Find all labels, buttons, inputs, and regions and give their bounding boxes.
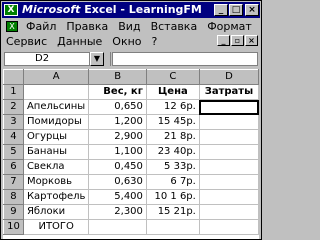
- menu-view[interactable]: Вид: [114, 19, 146, 34]
- excel-window: X Microsoft Excel - LearningFM _ □ × X Ф…: [0, 0, 262, 240]
- cell-price[interactable]: 15 21р.: [146, 204, 200, 220]
- title-brand: Microsoft: [22, 3, 81, 16]
- minimize-button[interactable]: _: [214, 4, 228, 16]
- column-header-row: A B C D: [3, 69, 259, 85]
- cell-weight[interactable]: 0,450: [88, 159, 147, 175]
- menu-data[interactable]: Данные: [53, 34, 108, 49]
- cell-table: A B C D 1 Вес, кг Цена Затраты 2 Апельси…: [3, 69, 259, 235]
- row-header[interactable]: 5: [3, 144, 24, 160]
- menu-insert[interactable]: Вставка: [147, 19, 204, 34]
- title-bar[interactable]: X Microsoft Excel - LearningFM _ □ ×: [2, 2, 260, 18]
- menu-help[interactable]: ?: [148, 34, 164, 49]
- row-header[interactable]: 8: [3, 189, 24, 205]
- cell-price[interactable]: 23 40р.: [146, 144, 200, 160]
- menu-edit[interactable]: Правка: [62, 19, 114, 34]
- cell-cost[interactable]: [199, 174, 259, 190]
- doc-close-button[interactable]: ×: [245, 35, 258, 46]
- doc-minimize-button[interactable]: _: [217, 35, 230, 46]
- cell-weight[interactable]: 0,650: [88, 99, 147, 115]
- cell-product[interactable]: Яблоки: [23, 204, 90, 220]
- cell-weight[interactable]: 1,200: [88, 114, 147, 130]
- header-cell-cost[interactable]: Затраты: [199, 84, 259, 100]
- column-header[interactable]: C: [146, 69, 200, 85]
- cell-weight[interactable]: 1,100: [88, 144, 147, 160]
- menu-row-1: X Файл Правка Вид Вставка Формат: [2, 19, 258, 34]
- maximize-button[interactable]: □: [229, 4, 243, 16]
- cell-price[interactable]: 15 45р.: [146, 114, 200, 130]
- table-row: 8 Картофель 5,400 10 1 6р.: [3, 189, 259, 205]
- active-cell[interactable]: [199, 99, 259, 115]
- cell-price[interactable]: 5 33р.: [146, 159, 200, 175]
- header-cell-price[interactable]: Цена: [146, 84, 200, 100]
- menu-file[interactable]: Файл: [22, 19, 62, 34]
- table-row: 4 Огурцы 2,900 21 8р.: [3, 129, 259, 145]
- row-header[interactable]: 1: [3, 84, 24, 100]
- row-header[interactable]: 2: [3, 99, 24, 115]
- row-header[interactable]: 6: [3, 159, 24, 175]
- table-row: 6 Свекла 0,450 5 33р.: [3, 159, 259, 175]
- table-row: 3 Помидоры 1,200 15 45р.: [3, 114, 259, 130]
- column-header[interactable]: B: [88, 69, 147, 85]
- cell-weight[interactable]: 5,400: [88, 189, 147, 205]
- cell-weight[interactable]: 2,300: [88, 204, 147, 220]
- title-document: Excel - LearningFM: [80, 3, 202, 16]
- cell-price[interactable]: 10 1 6р.: [146, 189, 200, 205]
- name-box[interactable]: D2: [4, 52, 90, 66]
- row-header[interactable]: 3: [3, 114, 24, 130]
- window-title: Microsoft Excel - LearningFM: [22, 3, 202, 17]
- cell-cost[interactable]: [199, 129, 259, 145]
- cell-product[interactable]: Морковь: [23, 174, 90, 190]
- cell-cost[interactable]: [199, 189, 259, 205]
- cell-weight[interactable]: [88, 219, 147, 235]
- cell-cost[interactable]: [199, 159, 259, 175]
- cell-cost[interactable]: [199, 144, 259, 160]
- excel-app-icon[interactable]: X: [4, 4, 18, 16]
- menu-bar: X Файл Правка Вид Вставка Формат Сервис …: [2, 19, 260, 49]
- spreadsheet-grid[interactable]: A B C D 1 Вес, кг Цена Затраты 2 Апельси…: [3, 69, 259, 239]
- cell-price[interactable]: 12 6р.: [146, 99, 200, 115]
- cell-product[interactable]: Апельсины: [23, 99, 90, 115]
- row-header[interactable]: 9: [3, 204, 24, 220]
- formula-bar: D2 ▼: [2, 51, 260, 67]
- cell-product[interactable]: Картофель: [23, 189, 90, 205]
- document-window-controls: _ ▫ ×: [217, 35, 258, 46]
- cell-cost[interactable]: [199, 219, 259, 235]
- cell-product[interactable]: Огурцы: [23, 129, 90, 145]
- formula-separator: [110, 52, 111, 66]
- table-row: 5 Бананы 1,100 23 40р.: [3, 144, 259, 160]
- cell-weight[interactable]: 0,630: [88, 174, 147, 190]
- table-row: 9 Яблоки 2,300 15 21р.: [3, 204, 259, 220]
- table-row: 1 Вес, кг Цена Затраты: [3, 84, 259, 100]
- row-header[interactable]: 4: [3, 129, 24, 145]
- column-header[interactable]: A: [23, 69, 90, 85]
- cell-price[interactable]: 21 8р.: [146, 129, 200, 145]
- select-all-corner[interactable]: [3, 69, 24, 85]
- cell-cost[interactable]: [199, 204, 259, 220]
- header-cell-weight[interactable]: Вес, кг: [88, 84, 147, 100]
- cell-product[interactable]: Помидоры: [23, 114, 90, 130]
- formula-input[interactable]: [112, 52, 258, 66]
- cell-product[interactable]: Бананы: [23, 144, 90, 160]
- close-button[interactable]: ×: [245, 4, 259, 16]
- cell-total-label[interactable]: ИТОГО: [23, 219, 90, 235]
- menu-row-2: Сервис Данные Окно ?: [2, 34, 163, 49]
- table-row: 7 Морковь 0,630 6 7р.: [3, 174, 259, 190]
- column-header[interactable]: D: [199, 69, 259, 85]
- document-icon[interactable]: X: [6, 21, 18, 32]
- cell-weight[interactable]: 2,900: [88, 129, 147, 145]
- table-row: 10 ИТОГО: [3, 219, 259, 235]
- cell-price[interactable]: 6 7р.: [146, 174, 200, 190]
- cell-product[interactable]: Свекла: [23, 159, 90, 175]
- name-box-dropdown-icon[interactable]: ▼: [90, 52, 104, 66]
- menu-window[interactable]: Окно: [108, 34, 147, 49]
- cell-price[interactable]: [146, 219, 200, 235]
- cell[interactable]: [23, 84, 90, 100]
- row-header[interactable]: 10: [3, 219, 24, 235]
- doc-restore-button[interactable]: ▫: [231, 35, 244, 46]
- row-header[interactable]: 7: [3, 174, 24, 190]
- menu-tools[interactable]: Сервис: [2, 34, 53, 49]
- menu-format[interactable]: Формат: [203, 19, 258, 34]
- table-row: 2 Апельсины 0,650 12 6р.: [3, 99, 259, 115]
- cell-cost[interactable]: [199, 114, 259, 130]
